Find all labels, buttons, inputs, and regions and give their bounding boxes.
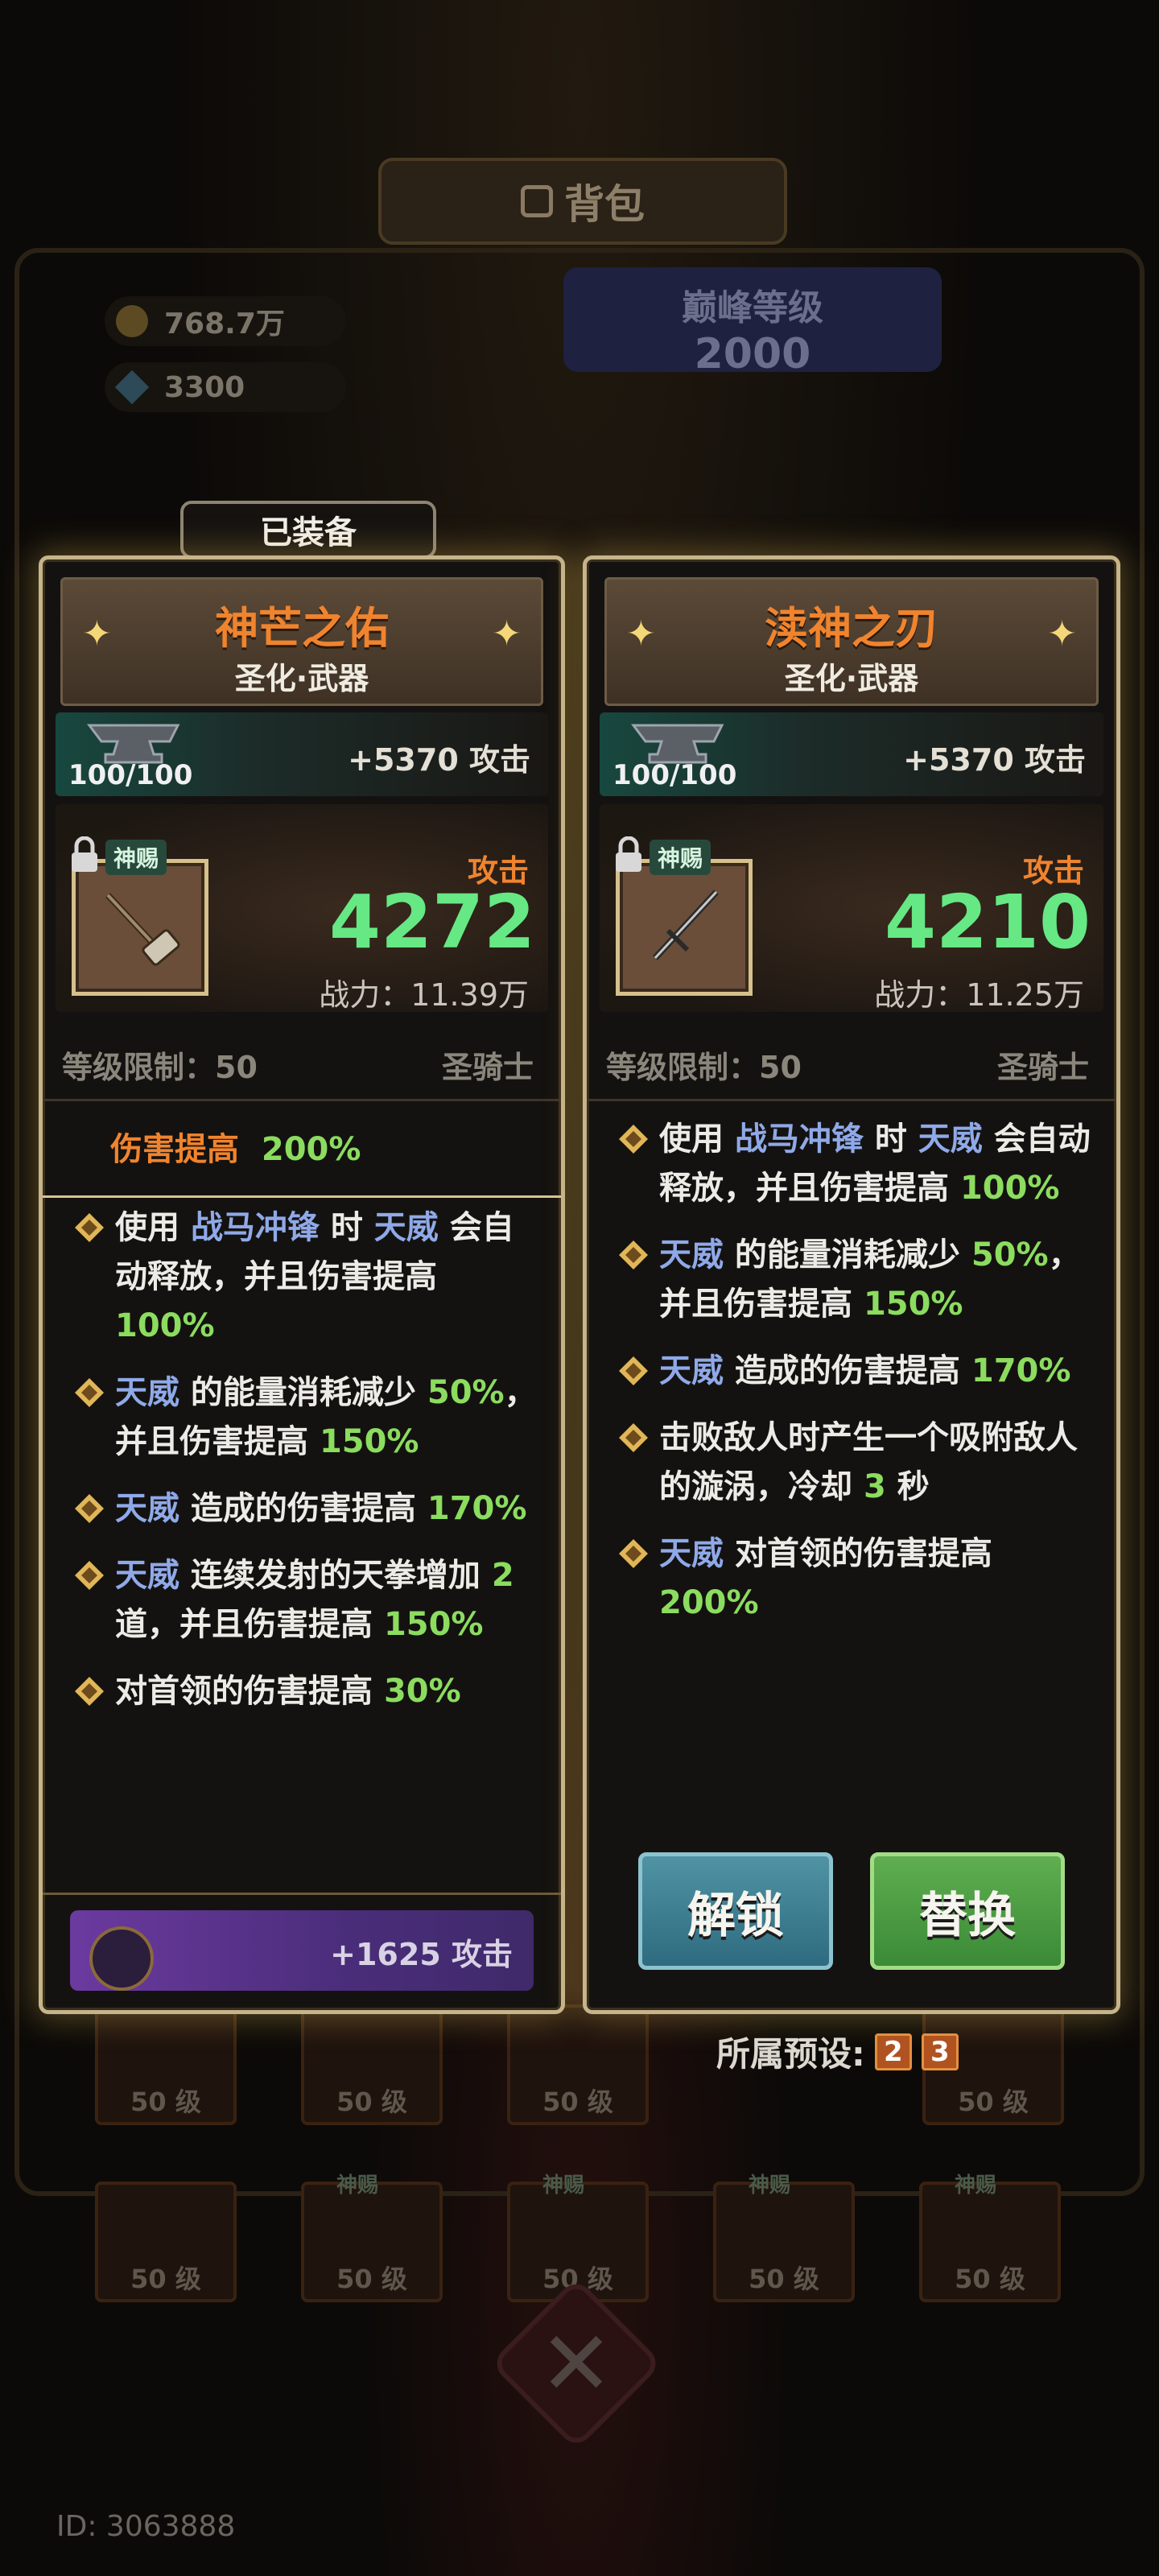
forge-bonus: +5370 攻击 — [903, 742, 1086, 778]
peak-level-label: 巅峰等级 — [682, 287, 823, 328]
attack-value: 4210 — [884, 879, 1091, 965]
replace-button[interactable]: 替换 — [870, 1852, 1065, 1970]
gold-coin-icon — [116, 305, 148, 337]
gem-icon — [114, 369, 150, 405]
preset-badge[interactable]: 2 — [874, 2033, 912, 2070]
equipped-tab: 已装备 — [180, 501, 436, 559]
inventory-slot[interactable]: 神赐 50 级 — [301, 2174, 443, 2302]
blade-icon — [653, 890, 719, 960]
candidate-item-card: ✦ ✦ 渎神之刃 圣化·武器 100/100 +5370 攻击 神赐 攻击 42… — [583, 555, 1120, 2014]
divider — [587, 1099, 1116, 1101]
forge-bar: 100/100 +5370 攻击 — [600, 712, 1103, 796]
gold-value: 768.7万 — [164, 308, 285, 341]
diamond-bullet-icon — [75, 1494, 104, 1523]
backpack-icon — [521, 185, 553, 217]
diamond-bullet-icon — [75, 1213, 104, 1242]
item-name: 神芒之佑 — [215, 603, 389, 654]
item-type: 圣化·武器 — [784, 661, 919, 696]
item-header: ✦ ✦ 渎神之刃 圣化·武器 — [604, 577, 1099, 706]
diamond-bullet-icon — [619, 1539, 648, 1568]
inventory-slot[interactable]: 50 级 — [95, 2182, 237, 2302]
item-type: 圣化·武器 — [234, 661, 369, 696]
effect-list: 使用 战马冲锋 时 天威 会自动释放，并且伤害提高 100% 天威 的能量消耗减… — [67, 1203, 545, 1734]
diamond-bullet-icon — [75, 1561, 104, 1590]
level-requirement: 等级限制：50 — [62, 1050, 258, 1085]
divider — [43, 1099, 561, 1101]
effect-item: 使用 战马冲锋 时 天威 会自动释放，并且伤害提高 100% — [67, 1203, 545, 1351]
diamond-bullet-icon — [75, 1677, 104, 1706]
lock-icon[interactable] — [68, 836, 101, 873]
inventory-slot[interactable]: 50 级 — [301, 2004, 443, 2125]
divine-gift-tag: 神赐 — [105, 840, 167, 875]
effect-item: 天威 造成的伤害提高 170% — [611, 1347, 1100, 1396]
inventory-slot[interactable]: 50 级 — [507, 2004, 649, 2125]
preset-info: 所属预设: 2 3 — [716, 2027, 959, 2076]
diamond-bullet-icon — [619, 1125, 648, 1154]
set-bonus-bar[interactable]: +1625 攻击 — [70, 1910, 534, 1991]
divine-gift-tag: 神赐 — [650, 840, 711, 875]
effect-item: 天威 连续发射的天拳增加 2 道，并且伤害提高 150% — [67, 1551, 545, 1649]
effect-item: 对首领的伤害提高 30% — [67, 1667, 545, 1716]
lock-icon[interactable] — [612, 836, 645, 873]
gem-counter: 3300 — [105, 362, 346, 412]
divider — [43, 1195, 561, 1198]
preset-label: 所属预设: — [716, 2034, 865, 2074]
diamond-bullet-icon — [619, 1241, 648, 1269]
unlock-button[interactable]: 解锁 — [638, 1852, 833, 1970]
backpack-title-plate: 背包 — [378, 158, 787, 245]
effect-item: 天威 造成的伤害提高 170% — [67, 1484, 545, 1534]
inventory-slot[interactable]: 50 级 — [95, 2004, 237, 2125]
class-requirement: 圣骑士 — [441, 1050, 534, 1085]
effect-item: 天威 的能量消耗减少 50%，并且伤害提高 150% — [67, 1368, 545, 1467]
forge-bonus: +5370 攻击 — [348, 742, 530, 778]
item-header: ✦ ✦ 神芒之佑 圣化·武器 — [60, 577, 543, 706]
class-requirement: 圣骑士 — [996, 1050, 1089, 1085]
forge-progress: 100/100 — [68, 759, 193, 791]
emblem-icon — [89, 1926, 154, 1991]
peak-level-panel: 巅峰等级 2000 — [563, 267, 942, 378]
forge-bar: 100/100 +5370 攻击 — [56, 712, 548, 796]
level-requirement: 等级限制：50 — [606, 1050, 802, 1085]
gold-counter: 768.7万 — [105, 296, 346, 346]
effect-list: 使用 战马冲锋 时 天威 会自动释放，并且伤害提高 100% 天威 的能量消耗减… — [611, 1115, 1100, 1645]
effect-item: 使用 战马冲锋 时 天威 会自动释放，并且伤害提高 100% — [611, 1115, 1100, 1213]
combat-power: 战力：11.39万 — [319, 977, 529, 1013]
gem-value: 3300 — [164, 370, 245, 404]
item-icon-frame — [616, 859, 753, 996]
effect-item: 天威 对首领的伤害提高 200% — [611, 1530, 1100, 1628]
page-title: 背包 — [564, 181, 645, 228]
preset-badge[interactable]: 3 — [921, 2033, 959, 2070]
diamond-bullet-icon — [619, 1356, 648, 1385]
attack-value: 4272 — [328, 879, 535, 965]
item-icon-frame — [72, 859, 208, 996]
set-bonus-value: +1625 攻击 — [330, 1937, 513, 1972]
diamond-bullet-icon — [619, 1423, 648, 1452]
effect-item: 天威 的能量消耗减少 50%，并且伤害提高 150% — [611, 1231, 1100, 1329]
user-id: ID: 3063888 — [56, 2510, 236, 2543]
forge-progress: 100/100 — [612, 759, 737, 791]
hammer-icon — [105, 893, 180, 966]
inventory-slot[interactable]: 神赐 50 级 — [919, 2174, 1061, 2302]
diamond-bullet-icon — [75, 1378, 104, 1407]
close-icon[interactable]: ✕ — [515, 2302, 637, 2425]
inventory-slot[interactable]: 神赐 50 级 — [713, 2174, 855, 2302]
damage-bonus: 伤害提高 200% — [110, 1131, 361, 1168]
equipped-item-card: ✦ ✦ 神芒之佑 圣化·武器 100/100 +5370 攻击 神赐 攻击 42… — [39, 555, 565, 2014]
effect-item: 击败敌人时产生一个吸附敌人的漩涡，冷却 3 秒 — [611, 1414, 1100, 1512]
item-name: 渎神之刃 — [765, 603, 938, 654]
combat-power: 战力：11.25万 — [874, 977, 1084, 1013]
divider — [43, 1893, 561, 1895]
peak-level-value: 2000 — [694, 330, 811, 378]
